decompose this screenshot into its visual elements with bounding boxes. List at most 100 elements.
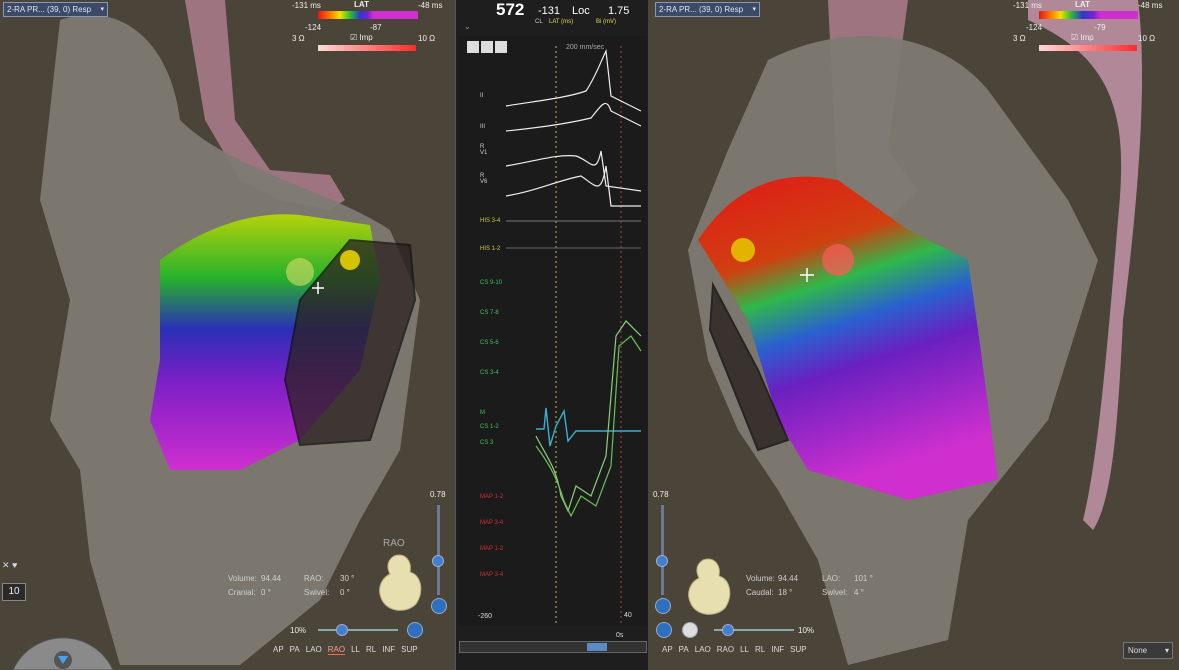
- map-selector[interactable]: 2-RA PR... (39, 0) Resp ▾: [3, 2, 109, 17]
- view-preset-buttons[interactable]: AP PA LAO RAO LL RL INF SUP: [273, 645, 424, 655]
- view-lao-button[interactable]: LAO: [695, 645, 711, 654]
- reset-view-button[interactable]: [407, 622, 423, 638]
- trace-label-his34: HIS 3-4: [480, 218, 501, 224]
- lao-value: 101 °: [854, 574, 873, 583]
- lat-high-value: -79: [1094, 23, 1106, 32]
- lat-legend-max: -48 ms: [418, 1, 443, 10]
- view-info-values-2: 101 ° 4 °: [854, 574, 873, 602]
- zoom-slider-knob[interactable]: [722, 624, 734, 636]
- lat-value: -131: [538, 5, 561, 17]
- volume-value: 94.44: [778, 574, 799, 583]
- lat-color-scale[interactable]: [318, 11, 418, 19]
- nav-toggle-icon[interactable]: ✕ ♥: [2, 560, 17, 571]
- rao-value: 30 °: [340, 574, 355, 583]
- cranial-value: 0 °: [261, 588, 271, 597]
- view-ll-button[interactable]: LL: [740, 645, 749, 654]
- time-scrollbar[interactable]: [459, 641, 647, 653]
- lat-legend-title: LAT: [354, 0, 369, 9]
- trace-label-map12b: MAP 1-2: [480, 546, 504, 552]
- lat-color-scale[interactable]: [1039, 11, 1138, 19]
- cranial-label: Cranial:: [228, 588, 256, 597]
- view-preset-buttons[interactable]: AP PA LAO RAO LL RL INF SUP: [662, 645, 813, 654]
- view-inf-button[interactable]: INF: [771, 645, 784, 654]
- lat-low-value: -124: [1026, 23, 1043, 32]
- opacity-toggle-button[interactable]: [655, 598, 671, 614]
- opacity-toggle-button[interactable]: [431, 598, 447, 614]
- heart-orientation-icon[interactable]: [376, 552, 426, 614]
- volume-label: Volume:: [746, 574, 775, 583]
- view-lao-button[interactable]: LAO: [306, 645, 322, 654]
- imp-max: 10 Ω: [418, 34, 436, 43]
- swivel-value: 0 °: [340, 588, 350, 597]
- view-rao-button[interactable]: RAO: [717, 645, 734, 654]
- view-info-labels-2: LAO: Swivel:: [822, 574, 847, 602]
- view-rl-button[interactable]: RL: [366, 645, 376, 654]
- opacity-slider[interactable]: [661, 505, 664, 595]
- imp-checkbox[interactable]: ☑ Imp: [350, 33, 373, 42]
- map-selector-label: 2-RA PR... (39, 0) Resp: [7, 5, 92, 14]
- view-rl-button[interactable]: RL: [755, 645, 765, 654]
- trace-label-cs34: CS 3-4: [480, 370, 499, 376]
- zoom-value: 10%: [290, 626, 307, 635]
- rotate-view-button[interactable]: [682, 622, 698, 638]
- heart-orientation-icon[interactable]: [685, 556, 735, 618]
- lat-legend-max: -48 ms: [1138, 1, 1163, 10]
- time-label: 0s: [616, 632, 624, 639]
- navigation-compass-icon[interactable]: [8, 600, 118, 670]
- electrogram-panel[interactable]: 572 CL -131 LAT (ms) Loc 1.75 Bi (mV) ⌄ …: [455, 0, 650, 670]
- view-pa-button[interactable]: PA: [679, 645, 689, 654]
- view-sup-button[interactable]: SUP: [790, 645, 806, 654]
- view-info-labels: Volume: Cranial:: [228, 574, 257, 602]
- lat-legend-title: LAT: [1075, 0, 1090, 9]
- swivel-label: Swivel:: [304, 588, 330, 597]
- map-selector-label: 2-RA PR... (39, 0) Resp: [659, 5, 744, 14]
- scale-left-value: -260: [478, 613, 493, 620]
- volume-value: 94.44: [261, 574, 282, 583]
- zoom-slider[interactable]: [318, 629, 398, 631]
- opacity-slider[interactable]: [437, 505, 440, 595]
- chevron-down-icon: ▾: [752, 6, 757, 13]
- zoom-slider-knob[interactable]: [336, 624, 348, 636]
- view-info-labels-2: RAO: Swivel:: [304, 574, 329, 602]
- bipolar-value: 1.75: [608, 5, 630, 17]
- view-rao-button[interactable]: RAO: [327, 645, 346, 655]
- trace-label-cs56: CS 5-6: [480, 340, 499, 346]
- trace-label-map34: MAP 3-4: [480, 520, 504, 526]
- view-sup-button[interactable]: SUP: [401, 645, 417, 654]
- rao-label: RAO:: [304, 574, 324, 583]
- opacity-slider-knob[interactable]: [432, 555, 444, 567]
- lat-legend-min: -131 ms: [292, 1, 321, 10]
- view-ap-button[interactable]: AP: [273, 645, 284, 654]
- view-ll-button[interactable]: LL: [351, 645, 360, 654]
- time-scrollbar-thumb[interactable]: [587, 643, 607, 651]
- opacity-slider-knob[interactable]: [656, 555, 668, 567]
- lat-high-value: -87: [370, 23, 382, 32]
- view-pa-button[interactable]: PA: [290, 645, 300, 654]
- trace-label-cs910: CS 9-10: [480, 280, 503, 286]
- lat-legend-min: -131 ms: [1013, 1, 1042, 10]
- imp-checkbox[interactable]: ☑ Imp: [1071, 33, 1094, 42]
- map-selector[interactable]: 2-RA PR... (39, 0) Resp ▾: [655, 2, 761, 17]
- trace-label-v1: R V1: [480, 144, 488, 156]
- volume-label: Volume:: [228, 574, 257, 583]
- swivel-label: Swivel:: [822, 588, 848, 597]
- left-3d-map-view[interactable]: 2-RA PR... (39, 0) Resp ▾ -131 ms LAT -4…: [0, 0, 455, 670]
- view-info-labels: Volume: Caudal:: [746, 574, 775, 602]
- reset-view-button[interactable]: [656, 622, 672, 638]
- impedance-scale[interactable]: [1039, 45, 1137, 51]
- view-info-values-2: 30 ° 0 °: [340, 574, 354, 602]
- trace-label-his12: HIS 1-2: [480, 246, 501, 252]
- opacity-value: 0.78: [653, 490, 669, 499]
- imp-max: 10 Ω: [1138, 34, 1156, 43]
- trace-label-cs3: CS 3: [480, 440, 494, 446]
- scale-right-value: 40: [624, 612, 632, 619]
- caudal-value: 18 °: [778, 588, 793, 597]
- impedance-scale[interactable]: [318, 45, 416, 51]
- trace-label-m: M: [480, 410, 485, 416]
- view-inf-button[interactable]: INF: [382, 645, 395, 654]
- side-counter[interactable]: 10: [2, 583, 26, 601]
- display-mode-dropdown[interactable]: None ▾: [1123, 642, 1173, 659]
- panel-collapse-icon[interactable]: ⌄: [464, 22, 471, 31]
- right-3d-map-view[interactable]: 2-RA PR... (39, 0) Resp ▾ -131 ms LAT -4…: [648, 0, 1179, 670]
- view-ap-button[interactable]: AP: [662, 645, 673, 654]
